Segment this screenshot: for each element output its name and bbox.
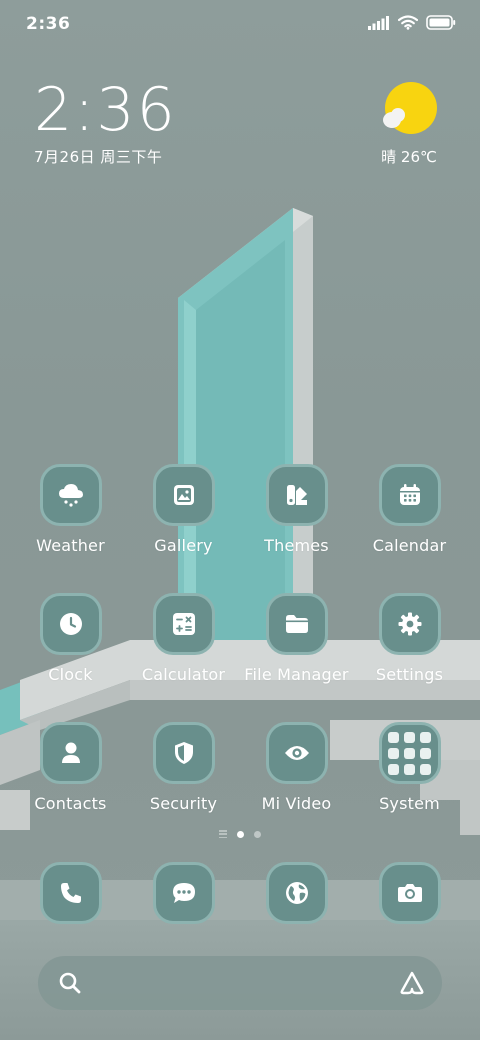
page-dot — [254, 830, 261, 838]
calculator-icon — [152, 593, 215, 655]
search-icon — [58, 971, 82, 999]
app-label: Settings — [375, 665, 444, 684]
clock-icon — [39, 593, 102, 655]
app-settings[interactable]: Settings — [353, 593, 466, 684]
status-icons — [368, 15, 456, 30]
app-weather[interactable]: Weather — [14, 464, 127, 555]
app-label: Calendar — [372, 536, 447, 555]
weather-widget[interactable]: 晴 26℃ — [374, 82, 444, 167]
clock-widget-time: 2:36 — [34, 75, 177, 145]
app-grid: Weather Gallery Themes Calendar Clock Ca… — [14, 464, 466, 813]
app-label: Gallery — [154, 536, 213, 555]
app-label: Themes — [264, 536, 329, 555]
calendar-icon — [378, 464, 441, 526]
status-time: 2:36 — [26, 14, 71, 34]
dock-camera[interactable] — [353, 862, 466, 924]
camera-icon — [378, 862, 441, 924]
assistant-icon[interactable] — [398, 970, 426, 1000]
cloud-snow-icon — [39, 464, 102, 526]
app-gallery[interactable]: Gallery — [127, 464, 240, 555]
eye-icon — [265, 722, 328, 784]
app-label: Clock — [48, 665, 93, 684]
app-label: Weather — [36, 536, 105, 555]
clock-widget[interactable]: 2:36 7月26日 周三下午 — [34, 78, 177, 167]
menu-lines-icon — [219, 830, 227, 838]
clock-widget-date: 7月26日 周三下午 — [34, 148, 163, 166]
app-label: Security — [149, 794, 218, 813]
page-dot-active — [237, 830, 244, 838]
globe-icon — [265, 862, 328, 924]
weather-widget-text: 晴 26℃ — [381, 148, 437, 166]
dock-browser[interactable] — [240, 862, 353, 924]
search-bar[interactable] — [38, 956, 442, 1010]
image-icon — [152, 464, 215, 526]
folder-grid-icon — [378, 722, 441, 784]
brush-palette-icon — [265, 464, 328, 526]
person-icon — [39, 722, 102, 784]
message-icon — [152, 862, 215, 924]
dock-messages[interactable] — [127, 862, 240, 924]
page-indicator[interactable] — [0, 830, 480, 838]
app-calendar[interactable]: Calendar — [353, 464, 466, 555]
app-label: System — [379, 794, 440, 813]
app-label: Contacts — [34, 794, 107, 813]
app-clock[interactable]: Clock — [14, 593, 127, 684]
gear-icon — [378, 593, 441, 655]
dock-phone[interactable] — [14, 862, 127, 924]
app-file-manager[interactable]: File Manager — [240, 593, 353, 684]
app-themes[interactable]: Themes — [240, 464, 353, 555]
app-mi-video[interactable]: Mi Video — [240, 722, 353, 813]
app-security[interactable]: Security — [127, 722, 240, 813]
wifi-icon — [398, 15, 418, 30]
app-calculator[interactable]: Calculator — [127, 593, 240, 684]
app-label: Mi Video — [261, 794, 332, 813]
signal-icon — [368, 15, 390, 30]
app-label: Calculator — [141, 665, 226, 684]
battery-icon — [426, 15, 456, 30]
app-contacts[interactable]: Contacts — [14, 722, 127, 813]
status-bar: 2:36 — [0, 0, 480, 50]
phone-icon — [39, 862, 102, 924]
sun-cloud-icon — [381, 82, 437, 138]
app-folder-system[interactable]: System — [353, 722, 466, 813]
dock — [14, 862, 466, 924]
app-label: File Manager — [244, 665, 349, 684]
folder-icon — [265, 593, 328, 655]
shield-icon — [152, 722, 215, 784]
